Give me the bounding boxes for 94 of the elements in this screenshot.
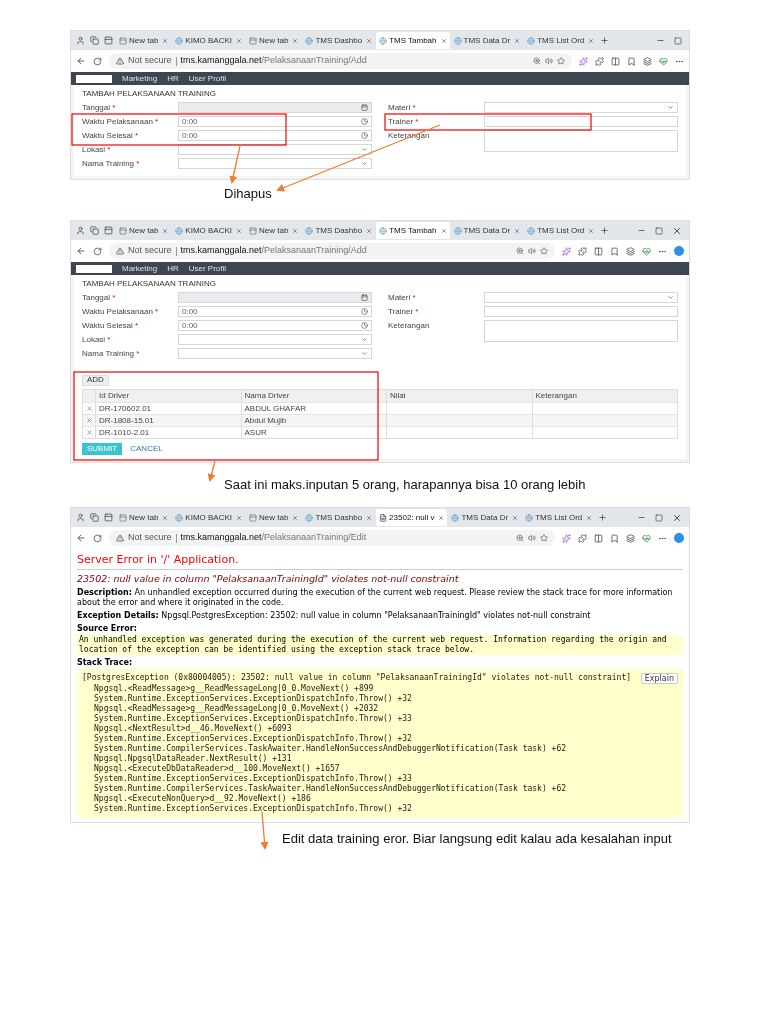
form-title: TAMBAH PELAKSANAAN TRAINING: [82, 278, 217, 290]
browser-tab[interactable]: New tab: [246, 509, 302, 526]
stack-trace-line: System.Runtime.ExceptionServices.ExceptionDispatchInfo.Throw() +33: [94, 774, 412, 783]
time-field[interactable]: 0:00: [178, 306, 372, 317]
browser-tab[interactable]: TMS List Ord: [522, 509, 596, 526]
address-bar[interactable]: Not secure tms.kamanggala.net/PelaksanaanTraining/Add: [109, 53, 572, 69]
stack-trace-line: Npgsql.<ReadMessage>g__ReadMessageLong|0_0.MoveNext() +899: [94, 684, 374, 693]
browser-tab[interactable]: TMS List Ord: [524, 222, 598, 239]
browser-tab[interactable]: TMS Tambah: [376, 32, 450, 49]
field-label: Lokasi *: [82, 334, 112, 345]
field-label: Waktu Selesai *: [82, 320, 140, 331]
cancel-link[interactable]: CANCEL: [130, 445, 163, 453]
form-title: TAMBAH PELAKSANAAN TRAINING: [82, 88, 217, 100]
field-label: Keterangan: [388, 320, 431, 331]
stack-trace-line: System.Runtime.CompilerServices.TaskAwaiter.HandleNonSuccessAndDebuggerNotification(Task task) +62: [94, 784, 566, 793]
browser-tab[interactable]: TMS Tambah: [376, 222, 450, 239]
field-label: Tanggal *: [82, 292, 117, 303]
security-label: Not secure: [128, 531, 172, 545]
caption: Edit data training eror. Biar langsung edit kalau ada kesalahan input: [282, 831, 673, 847]
address-bar[interactable]: Not secure tms.kamanggala.net/PelaksanaanTraining/Add: [109, 243, 555, 259]
stack-trace-line: System.Runtime.ExceptionServices.ExceptionDispatchInfo.Throw() +32: [94, 694, 412, 703]
stack-trace-line: System.Runtime.ExceptionServices.ExceptionDispatchInfo.Throw() +32: [94, 734, 412, 743]
browser-tab[interactable]: TMS Dashbo: [302, 222, 376, 239]
security-label: Not secure: [128, 54, 172, 68]
table-cell: Abdul Mujib: [244, 416, 287, 425]
field-label: Materi *: [388, 102, 417, 113]
url-text: tms.kamanggala.net/PelaksanaanTraining/Add: [180, 244, 367, 258]
table-cell: ASUR: [244, 428, 267, 437]
stack-trace-line: System.Runtime.CompilerServices.TaskAwaiter.HandleNonSuccessAndDebuggerNotification(Task task) +62: [94, 744, 566, 753]
column-header: Nilai: [390, 391, 406, 400]
table-cell: ABDUL GHAFAR: [244, 404, 306, 413]
table-cell: DR-1010-2.01: [99, 428, 150, 437]
nav-link[interactable]: HR: [167, 264, 179, 273]
description-text: Description: An unhandled exception occurred during the execution of the current web request. Please review the stack trace for more information about the error and where it originated in the code.: [77, 588, 674, 608]
field-label: Waktu Pelaksanaan *: [82, 306, 160, 317]
field-label: Trainer *: [388, 116, 420, 127]
stack-trace-label: Stack Trace:: [77, 657, 134, 669]
column-header: Nama Driver: [244, 391, 290, 400]
browser-tab[interactable]: TMS Dashbo: [302, 509, 376, 526]
browser-tab[interactable]: New tab: [116, 509, 172, 526]
stack-trace-line: Npgsql.NpgsqlDataReader.NextResult() +131: [94, 754, 292, 763]
url-text: tms.kamanggala.net/PelaksanaanTraining/Add: [180, 54, 367, 68]
browser-tab[interactable]: KIMO BACKI: [172, 32, 246, 49]
stack-trace-line: Npgsql.<NextResult>d__46.MoveNext() +6093: [94, 724, 292, 733]
field-label: Lokasi *: [82, 144, 112, 155]
column-header: Keterangan: [535, 391, 577, 400]
column-header: Id Driver: [99, 391, 130, 400]
browser-tab[interactable]: 23502: null v: [376, 509, 448, 526]
address-bar[interactable]: Not secure tms.kamanggala.net/PelaksanaanTraining/Edit: [109, 530, 555, 546]
exception-text: Exception Details: Npgsql.PostgresException: 23502: null value in column "PelaksanaanTrainingId" violates not-null constraint: [77, 611, 592, 621]
browser-tab[interactable]: New tab: [116, 222, 172, 239]
source-error-label: Source Error:: [77, 623, 138, 635]
field-label: Trainer *: [388, 306, 420, 317]
time-field[interactable]: 0:00: [178, 130, 372, 141]
stack-trace-line: Npgsql.<ReadMessage>g__ReadMessageLong|0_0.MoveNext() +2032: [94, 704, 379, 713]
browser-tab[interactable]: New tab: [246, 222, 302, 239]
nav-link[interactable]: Marketing: [122, 264, 158, 273]
error-heading: 23502: null value in column "PelaksanaanTrainingId" violates not-null constraint: [77, 572, 460, 586]
nav-link[interactable]: User Profil: [188, 264, 227, 273]
field-label: Waktu Selesai *: [82, 130, 140, 141]
browser-tab[interactable]: TMS Data Dr: [450, 222, 524, 239]
time-field[interactable]: 0:00: [178, 320, 372, 331]
field-label: Tanggal *: [82, 102, 117, 113]
table-cell: DR-1808-15.01: [99, 416, 154, 425]
explain-button[interactable]: Explain: [640, 673, 678, 684]
table-cell: DR-170602.01: [99, 404, 152, 413]
stack-trace-line: System.Runtime.ExceptionServices.ExceptionDispatchInfo.Throw() +32: [94, 804, 412, 813]
time-field[interactable]: 0:00: [178, 116, 372, 127]
stack-trace-line: System.Runtime.ExceptionServices.ExceptionDispatchInfo.Throw() +33: [94, 714, 412, 723]
field-label: Waktu Pelaksanaan *: [82, 116, 160, 127]
nav-link[interactable]: User Profil: [188, 74, 227, 83]
caption: Saat ini maks.inputan 5 orang, harapannya bisa 10 orang lebih: [224, 477, 587, 493]
browser-tab[interactable]: New tab: [116, 32, 172, 49]
source-note: An unhandled exception was generated during the execution of the current web request. Information regarding the origin and location of the exception can be identified using the exception stack trace below.: [77, 635, 683, 655]
field-label: Nama Training *: [82, 348, 141, 359]
browser-tab[interactable]: TMS Dashbo: [302, 32, 376, 49]
security-label: Not secure: [128, 244, 172, 258]
field-label: Nama Training *: [82, 158, 141, 169]
error-title: Server Error in '/' Application.: [77, 552, 240, 567]
url-text: tms.kamanggala.net/PelaksanaanTraining/Edit: [180, 531, 367, 545]
add-button[interactable]: ADD: [82, 374, 109, 386]
browser-tab[interactable]: TMS Data Dr: [450, 32, 524, 49]
stack-trace-line: Npgsql.<ExecuteDbDataReader>d__100.MoveNext() +1657: [94, 764, 340, 773]
field-label: Materi *: [388, 292, 417, 303]
nav-link[interactable]: HR: [167, 74, 179, 83]
browser-tab[interactable]: KIMO BACKI: [172, 222, 246, 239]
caption: Dihapus: [224, 186, 273, 202]
stack-trace-line: Npgsql.<ExecuteNonQuery>d__92.MoveNext() +186: [94, 794, 311, 803]
browser-tab[interactable]: New tab: [246, 32, 302, 49]
browser-tab[interactable]: TMS List Ord: [524, 32, 598, 49]
stack-trace-line: [PostgresException (0x80004005): 23502: null value in column "PelaksanaanTrainingId" violates not-null constraint]: [82, 673, 632, 683]
browser-tab[interactable]: KIMO BACKI: [172, 509, 246, 526]
browser-tab[interactable]: TMS Data Dr: [448, 509, 522, 526]
nav-link[interactable]: Marketing: [122, 74, 158, 83]
